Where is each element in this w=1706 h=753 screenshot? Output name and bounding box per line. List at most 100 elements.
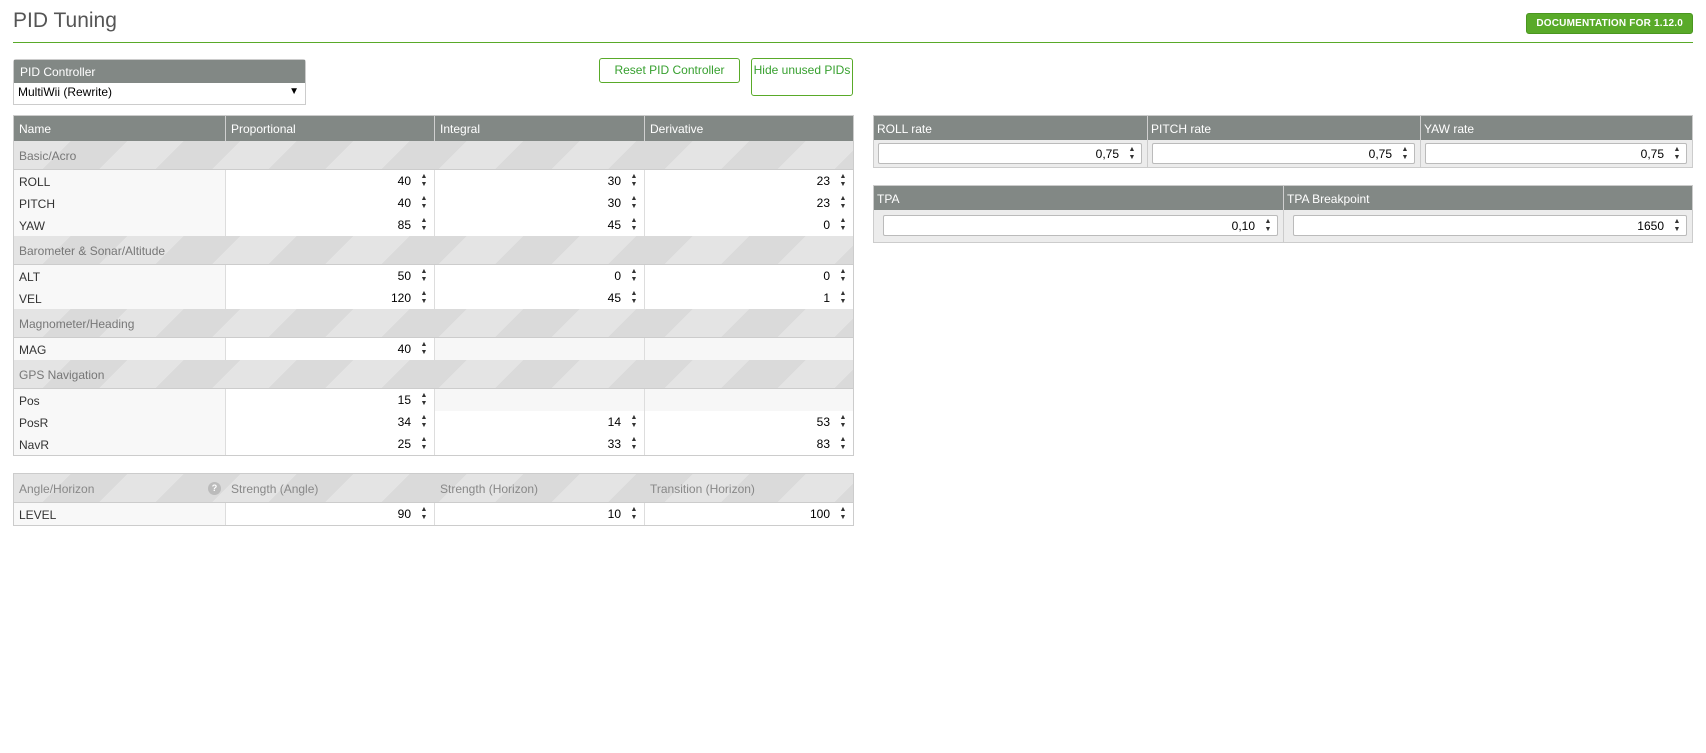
proportional-input[interactable]: 40 ▲ ▼	[226, 170, 435, 192]
rates-row: 0,75 ▲ ▼ 0,75 ▲ ▼ 0,75 ▲ ▼	[874, 140, 1692, 167]
reset-pid-controller-button[interactable]: Reset PID Controller	[599, 58, 740, 83]
spinner-icon[interactable]: ▲ ▼	[419, 341, 429, 357]
section-header: GPS Navigation	[14, 360, 853, 389]
spinner-icon[interactable]: ▲ ▼	[838, 217, 848, 233]
section-header: Magnometer/Heading	[14, 309, 853, 338]
spinner-icon[interactable]: ▲ ▼	[629, 436, 639, 452]
column-header-tpa-breakpoint: TPA Breakpoint	[1287, 192, 1370, 206]
spinner-icon[interactable]: ▲ ▼	[629, 268, 639, 284]
pid-table: Name Proportional Integral Derivative Ba…	[13, 115, 854, 456]
derivative-input[interactable]: 53 ▲ ▼	[645, 411, 853, 433]
integral-input[interactable]: 0 ▲ ▼	[435, 265, 645, 287]
spinner-icon[interactable]: ▲ ▼	[629, 217, 639, 233]
derivative-input[interactable]: 0 ▲ ▼	[645, 265, 853, 287]
spinner-icon[interactable]: ▲ ▼	[838, 506, 848, 522]
table-row: NavR 25 ▲ ▼ 33 ▲ ▼ 83 ▲ ▼	[14, 433, 853, 455]
column-header-yaw-rate: YAW rate	[1424, 122, 1475, 136]
integral-input[interactable]: 45 ▲ ▼	[435, 287, 645, 309]
spinner-icon[interactable]: ▲ ▼	[838, 290, 848, 306]
tpa-header: TPA TPA Breakpoint	[874, 186, 1692, 210]
derivative-input[interactable]: 83 ▲ ▼	[645, 433, 853, 455]
angle-horizon-header: Angle/Horizon ? Strength (Angle) Strengt…	[14, 474, 853, 503]
spinner-icon[interactable]: ▲ ▼	[1672, 218, 1682, 234]
proportional-input[interactable]: 40 ▲ ▼	[226, 192, 435, 214]
row-label: MAG	[14, 338, 226, 360]
row-label: VEL	[14, 287, 226, 309]
integral-cell-empty	[435, 389, 645, 411]
page-title: PID Tuning	[13, 9, 117, 32]
spinner-icon[interactable]: ▲ ▼	[1672, 146, 1682, 162]
transition-horizon-input[interactable]: 100 ▲ ▼	[645, 503, 853, 525]
integral-input[interactable]: 33 ▲ ▼	[435, 433, 645, 455]
integral-input[interactable]: 30 ▲ ▼	[435, 192, 645, 214]
spinner-icon[interactable]: ▲ ▼	[419, 414, 429, 430]
proportional-input[interactable]: 85 ▲ ▼	[226, 214, 435, 236]
table-row: PITCH 40 ▲ ▼ 30 ▲ ▼ 23 ▲ ▼	[14, 192, 853, 214]
spinner-icon[interactable]: ▲ ▼	[629, 195, 639, 211]
spinner-icon[interactable]: ▲ ▼	[838, 173, 848, 189]
column-header-roll-rate: ROLL rate	[874, 116, 1148, 140]
tpa-input[interactable]: 0,10 ▲ ▼	[883, 215, 1278, 236]
spinner-icon[interactable]: ▲ ▼	[629, 173, 639, 189]
column-header-tpa: TPA	[874, 186, 1284, 210]
section-header: Barometer & Sonar/Altitude	[14, 236, 853, 265]
spinner-icon[interactable]: ▲ ▼	[838, 414, 848, 430]
strength-horizon-input[interactable]: 10 ▲ ▼	[435, 503, 645, 525]
spinner-icon[interactable]: ▲ ▼	[1400, 146, 1410, 162]
spinner-icon[interactable]: ▲ ▼	[419, 290, 429, 306]
derivative-input[interactable]: 23 ▲ ▼	[645, 170, 853, 192]
spinner-icon[interactable]: ▲ ▼	[419, 506, 429, 522]
tpa-breakpoint-input[interactable]: 1650 ▲ ▼	[1293, 215, 1687, 236]
pid-controller-panel: PID Controller MultiWii (Rewrite) ▼	[13, 59, 306, 105]
roll-rate-input[interactable]: 0,75 ▲ ▼	[878, 143, 1142, 164]
pitch-rate-input[interactable]: 0,75 ▲ ▼	[1152, 143, 1415, 164]
help-icon[interactable]: ?	[208, 482, 221, 495]
spinner-icon[interactable]: ▲ ▼	[419, 195, 429, 211]
spinner-icon[interactable]: ▲ ▼	[629, 414, 639, 430]
spinner-icon[interactable]: ▲ ▼	[838, 436, 848, 452]
derivative-input[interactable]: 0 ▲ ▼	[645, 214, 853, 236]
angle-horizon-table: Angle/Horizon ? Strength (Angle) Strengt…	[13, 473, 854, 526]
spinner-icon[interactable]: ▲ ▼	[838, 268, 848, 284]
spinner-icon[interactable]: ▲ ▼	[629, 290, 639, 306]
spinner-icon[interactable]: ▲ ▼	[629, 506, 639, 522]
integral-input[interactable]: 30 ▲ ▼	[435, 170, 645, 192]
column-header-integral: Integral	[435, 116, 645, 141]
spinner-icon[interactable]: ▲ ▼	[419, 392, 429, 408]
documentation-button[interactable]: DOCUMENTATION FOR 1.12.0	[1526, 13, 1693, 34]
pid-controller-select[interactable]: MultiWii (Rewrite) ▼	[14, 83, 305, 104]
spinner-icon[interactable]: ▲ ▼	[1263, 218, 1273, 234]
proportional-input[interactable]: 50 ▲ ▼	[226, 265, 435, 287]
spinner-icon[interactable]: ▲ ▼	[419, 173, 429, 189]
derivative-input[interactable]: 23 ▲ ▼	[645, 192, 853, 214]
pid-controller-selected: MultiWii (Rewrite)	[18, 85, 112, 99]
pid-table-header: Name Proportional Integral Derivative	[14, 116, 853, 141]
row-label: YAW	[14, 214, 226, 236]
spinner-icon[interactable]: ▲ ▼	[419, 268, 429, 284]
spinner-icon[interactable]: ▲ ▼	[838, 195, 848, 211]
table-row: ROLL 40 ▲ ▼ 30 ▲ ▼ 23 ▲ ▼	[14, 170, 853, 192]
derivative-input[interactable]: 1 ▲ ▼	[645, 287, 853, 309]
row-label: ALT	[14, 265, 226, 287]
proportional-input[interactable]: 120 ▲ ▼	[226, 287, 435, 309]
proportional-input[interactable]: 40 ▲ ▼	[226, 338, 435, 360]
integral-input[interactable]: 45 ▲ ▼	[435, 214, 645, 236]
row-label: PITCH	[14, 192, 226, 214]
table-row: VEL 120 ▲ ▼ 45 ▲ ▼ 1 ▲ ▼	[14, 287, 853, 309]
spinner-icon[interactable]: ▲ ▼	[419, 436, 429, 452]
integral-input[interactable]: 14 ▲ ▼	[435, 411, 645, 433]
derivative-cell-empty	[645, 338, 853, 360]
hide-unused-pids-button[interactable]: Hide unused PIDs	[751, 58, 853, 96]
proportional-input[interactable]: 25 ▲ ▼	[226, 433, 435, 455]
column-header-name: Name	[14, 116, 226, 141]
column-header-pitch-rate: PITCH rate	[1148, 116, 1421, 140]
strength-angle-input[interactable]: 90 ▲ ▼	[226, 503, 435, 525]
spinner-icon[interactable]: ▲ ▼	[1127, 146, 1137, 162]
yaw-rate-input[interactable]: 0,75 ▲ ▼	[1425, 143, 1687, 164]
proportional-input[interactable]: 15 ▲ ▼	[226, 389, 435, 411]
column-header-derivative: Derivative	[650, 122, 704, 136]
spinner-icon[interactable]: ▲ ▼	[419, 217, 429, 233]
proportional-input[interactable]: 34 ▲ ▼	[226, 411, 435, 433]
column-header-strength-angle: Strength (Angle)	[231, 482, 319, 496]
column-header-strength-horizon: Strength (Horizon)	[440, 482, 539, 496]
